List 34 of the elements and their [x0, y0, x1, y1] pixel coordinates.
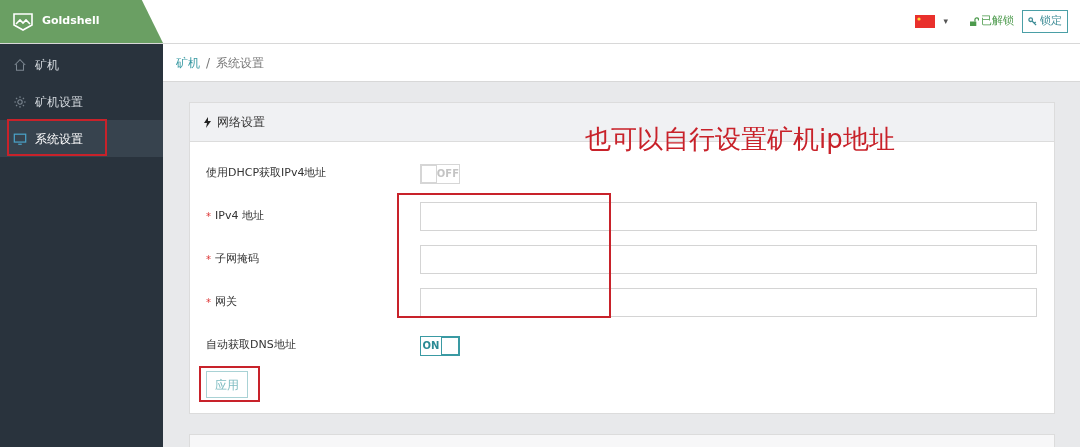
field-label: 子网掩码 [215, 251, 259, 268]
unlock-icon [970, 17, 979, 26]
home-icon [13, 57, 27, 72]
brand-name: Goldshell [42, 13, 100, 30]
gear-icon [13, 94, 27, 109]
logo-icon [12, 11, 34, 32]
breadcrumb-text: / [206, 54, 211, 72]
sidebar-item[interactable]: 矿机设置 [0, 83, 163, 120]
sidebar-item[interactable]: 系统设置 [0, 120, 163, 157]
language-selector[interactable]: ▾ [915, 14, 948, 29]
input-field[interactable] [420, 245, 1037, 274]
unlock-status: 已解锁 [981, 13, 1014, 30]
bolt-icon [204, 116, 211, 128]
lock-button[interactable]: 锁定 [1022, 10, 1068, 33]
field-label: 自动获取DNS地址 [206, 337, 296, 354]
required-mark: * [206, 296, 211, 310]
key-icon [1028, 17, 1037, 26]
highlight-box [199, 366, 260, 402]
field-label: 网关 [215, 294, 237, 311]
field-label: 使用DHCP获取IPv4地址 [206, 165, 327, 182]
required-mark: * [206, 253, 211, 267]
card-title: 网络设置 [217, 114, 265, 131]
annotation-text: 也可以自行设置矿机ip地址 [585, 123, 895, 156]
input-field[interactable] [420, 202, 1037, 231]
field-label: IPv4 地址 [215, 208, 264, 225]
apply-button[interactable]: 应用 [206, 371, 248, 398]
breadcrumb-text: 系统设置 [216, 54, 265, 72]
toggle-switch[interactable]: ON [420, 335, 460, 356]
monitor-icon [13, 131, 27, 146]
input-field[interactable] [420, 288, 1037, 317]
flag-icon [915, 15, 936, 28]
sidebar-item[interactable]: 矿机 [0, 46, 163, 83]
required-mark: * [206, 210, 211, 224]
breadcrumb-link[interactable]: 矿机 [176, 53, 200, 72]
